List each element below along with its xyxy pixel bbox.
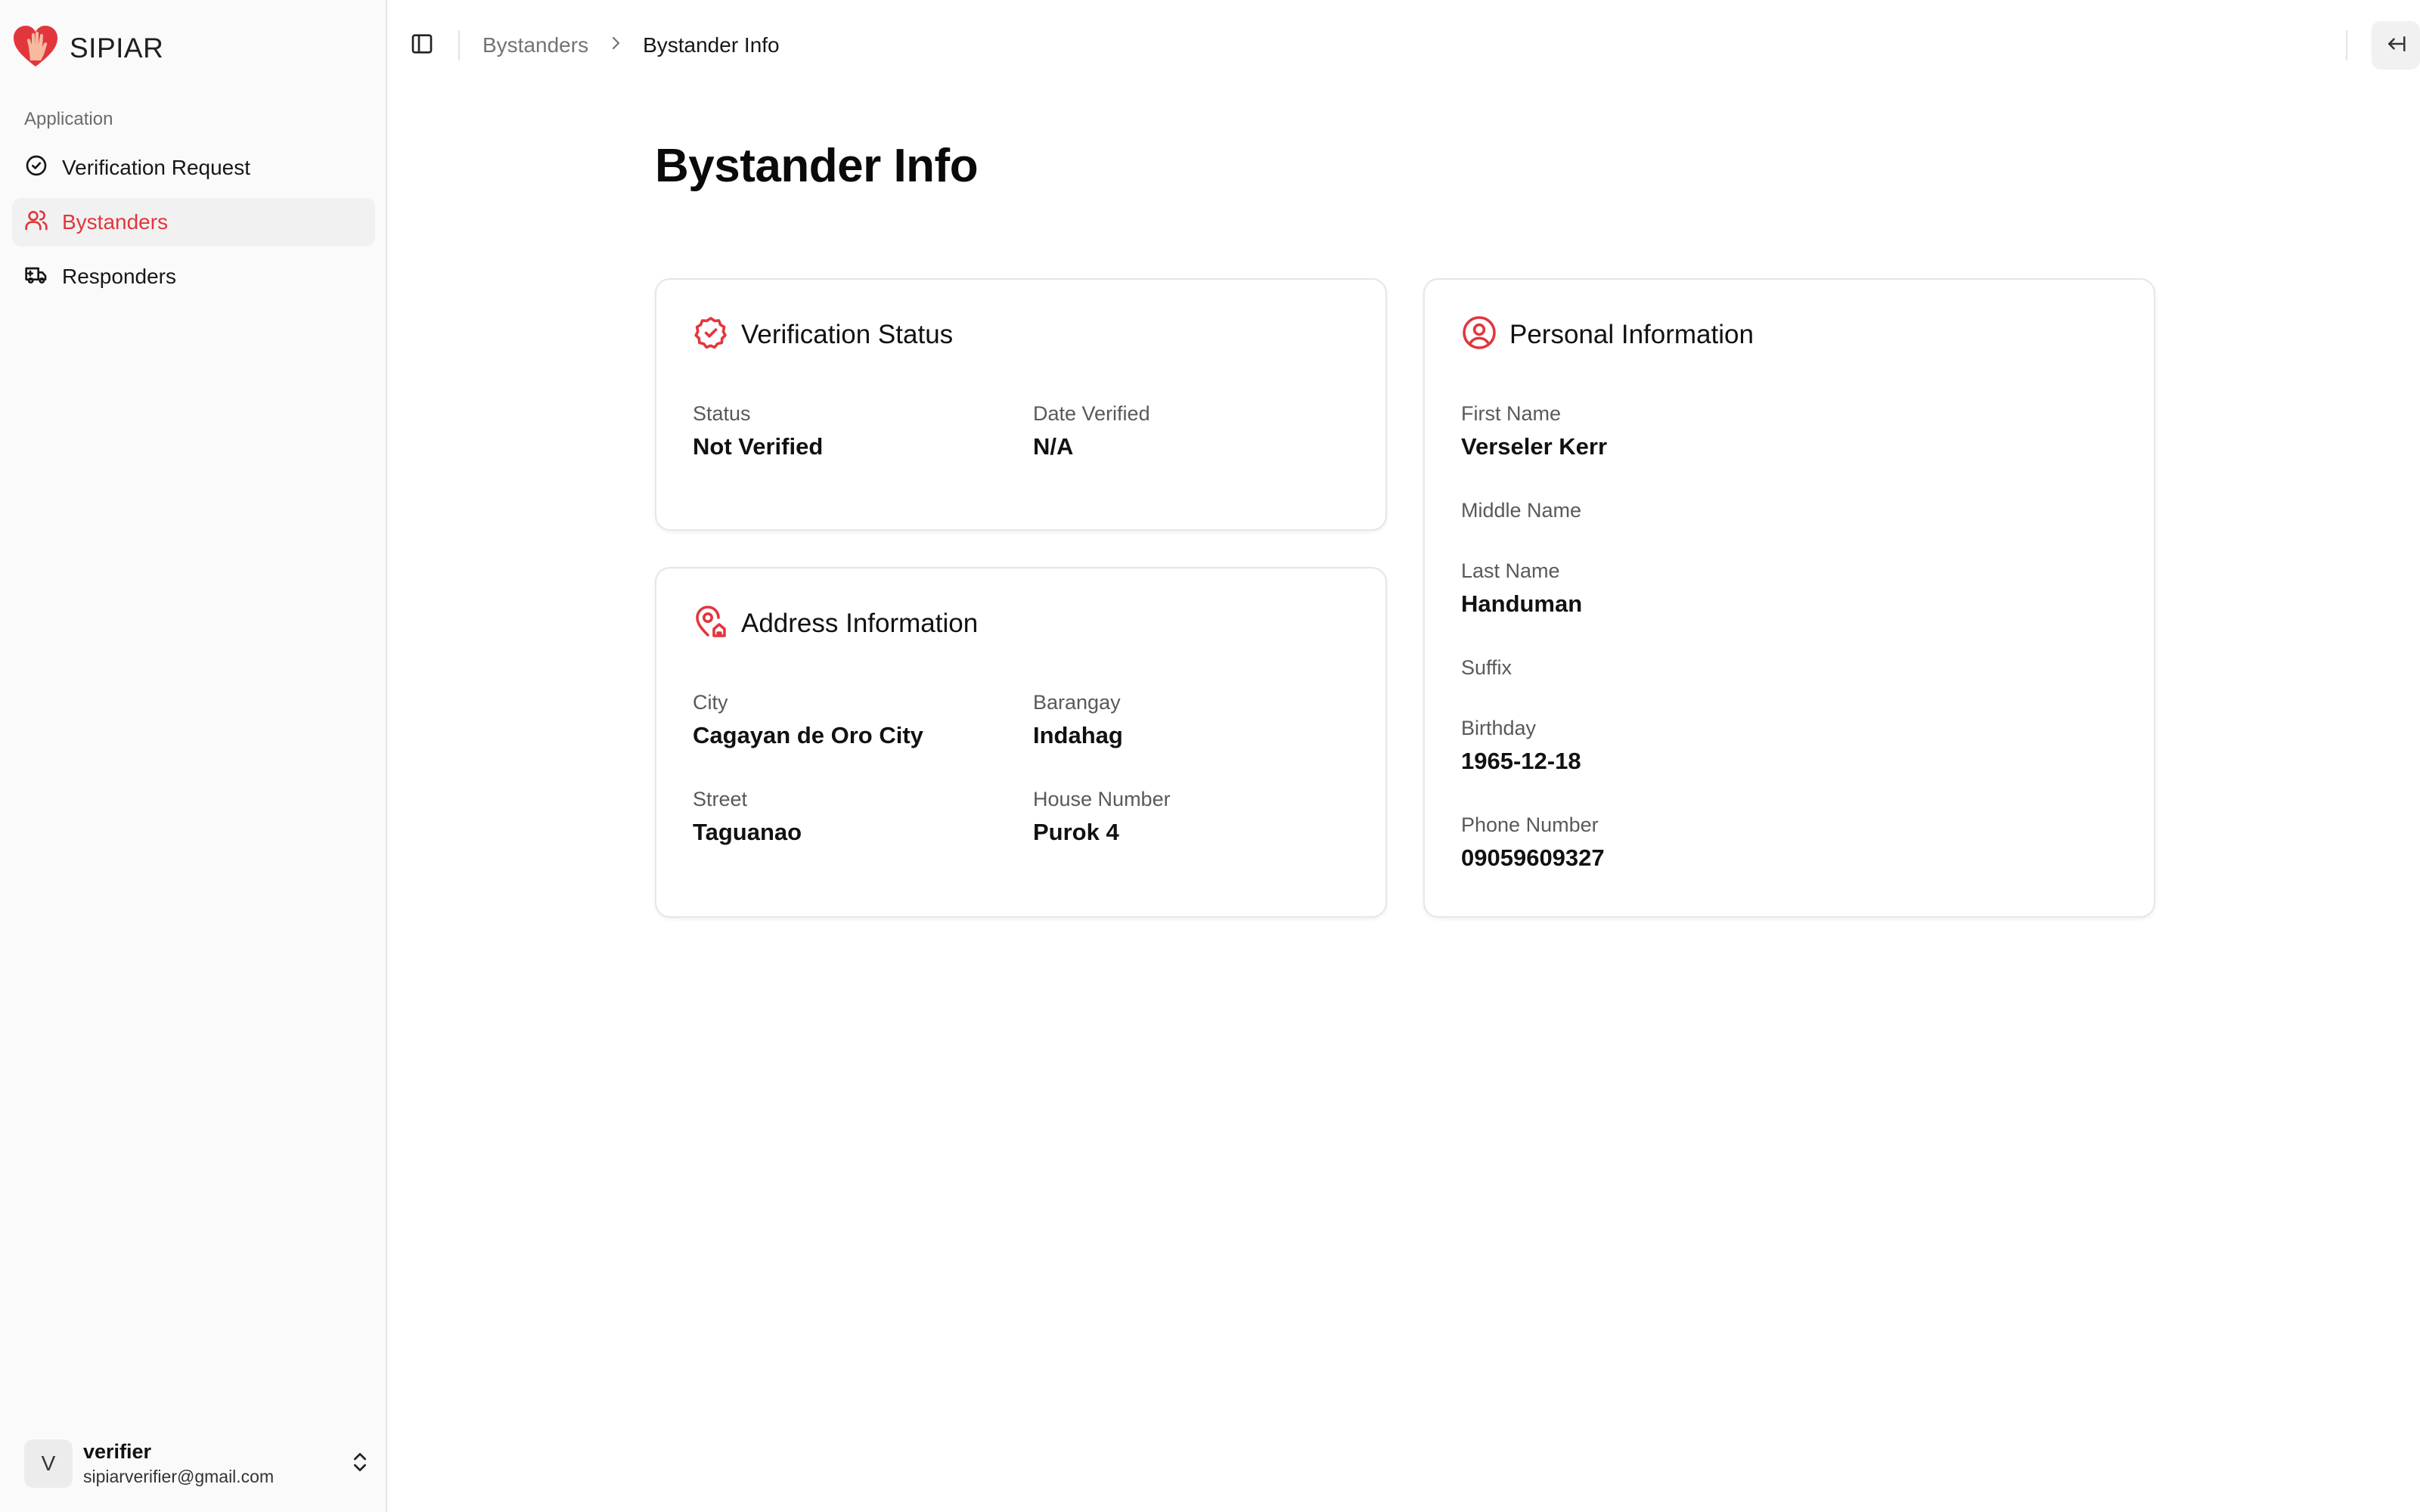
field-label: Phone Number (1461, 813, 1599, 836)
field-label: City (693, 691, 728, 714)
phone-number-field: Phone Number 09059609327 (1461, 813, 1605, 872)
middle-name-field: Middle Name (1461, 499, 1581, 530)
status-field: Status Not Verified (693, 402, 823, 460)
divider (2346, 30, 2347, 60)
birthday-value: 1965-12-18 (1461, 748, 1581, 774)
address-information-card: Address Information City Cagayan de Oro … (655, 567, 1387, 918)
sidebar-section-label: Application (24, 109, 113, 129)
field-label: Barangay (1033, 691, 1121, 714)
city-value: Cagayan de Oro City (693, 722, 923, 748)
sidebar-item-label: Responders (62, 265, 176, 288)
street-field: Street Taguanao (693, 788, 802, 846)
field-label: Status (693, 402, 751, 425)
field-label: Date Verified (1033, 402, 1150, 425)
sidebar-item-label: Bystanders (62, 210, 169, 234)
sidebar-item-bystanders[interactable]: Bystanders (12, 198, 375, 246)
truck-icon (24, 262, 48, 292)
user-menu[interactable]: V verifier sipiarverifier@gmail.com (24, 1436, 372, 1491)
field-label: Last Name (1461, 559, 1560, 582)
field-label: Suffix (1461, 656, 1512, 679)
field-label: Birthday (1461, 717, 1537, 739)
breadcrumb: Bystanders Bystander Info (482, 30, 780, 60)
verification-status-card: Verification Status Status Not Verified … (655, 278, 1387, 531)
house-number-field: House Number Purok 4 (1033, 788, 1171, 846)
date-verified-field: Date Verified N/A (1033, 402, 1150, 460)
page-title: Bystander Info (655, 140, 979, 192)
card-title: Personal Information (1509, 319, 1754, 349)
personal-information-card: Personal Information First Name Verseler… (1423, 278, 2155, 918)
user-name: verifier (83, 1440, 152, 1463)
user-email: sipiarverifier@gmail.com (83, 1467, 275, 1486)
circle-user-icon (1461, 314, 1497, 355)
suffix-field: Suffix (1461, 656, 1512, 687)
barangay-value: Indahag (1033, 722, 1123, 748)
chevrons-up-down-icon (348, 1450, 372, 1478)
field-label: First Name (1461, 402, 1562, 425)
circle-check-icon (24, 153, 48, 183)
sipiar-logo-icon (12, 24, 59, 72)
sidebar-item-responders[interactable]: Responders (12, 253, 375, 301)
arrow-left-to-line-icon (2384, 33, 2407, 59)
avatar: V (24, 1439, 73, 1488)
field-label: House Number (1033, 788, 1171, 810)
users-icon (24, 208, 48, 237)
divider (458, 30, 460, 60)
status-value: Not Verified (693, 433, 824, 460)
collapse-panel-button[interactable] (2372, 21, 2420, 70)
user-info: verifier sipiarverifier@gmail.com (83, 1440, 337, 1487)
barangay-field: Barangay Indahag (1033, 691, 1123, 749)
birthday-field: Birthday 1965-12-18 (1461, 717, 1581, 775)
panel-left-icon (410, 32, 434, 60)
phone-number-value: 09059609327 (1461, 844, 1605, 871)
field-label: Street (693, 788, 748, 810)
house-number-value: Purok 4 (1033, 819, 1119, 845)
last-name-field: Last Name Handuman (1461, 559, 1582, 618)
brand[interactable]: SIPIAR (12, 24, 163, 72)
app-name: SIPIAR (70, 32, 164, 64)
card-title: Verification Status (741, 319, 954, 349)
sidebar-item-label: Verification Request (62, 156, 251, 179)
sidebar-item-verification-request[interactable]: Verification Request (12, 144, 375, 192)
map-pin-house-icon (693, 603, 729, 643)
chevron-right-icon (607, 33, 625, 57)
date-verified-value: N/A (1033, 433, 1074, 460)
sidebar: SIPIAR Application Verification Request … (0, 0, 387, 1512)
topbar: Bystanders Bystander Info (389, 0, 2420, 91)
sidebar-nav: Verification Request Bystanders Responde… (12, 144, 375, 307)
city-field: City Cagayan de Oro City (693, 691, 923, 749)
first-name-field: First Name Verseler Kerr (1461, 402, 1607, 460)
breadcrumb-link-bystanders[interactable]: Bystanders (482, 33, 588, 57)
sidebar-toggle-button[interactable] (407, 30, 437, 60)
first-name-value: Verseler Kerr (1461, 433, 1608, 460)
card-title: Address Information (741, 608, 979, 638)
breadcrumb-current: Bystander Info (643, 33, 780, 57)
street-value: Taguanao (693, 819, 802, 845)
field-label: Middle Name (1461, 499, 1582, 522)
badge-check-icon (693, 314, 729, 355)
last-name-value: Handuman (1461, 590, 1583, 617)
